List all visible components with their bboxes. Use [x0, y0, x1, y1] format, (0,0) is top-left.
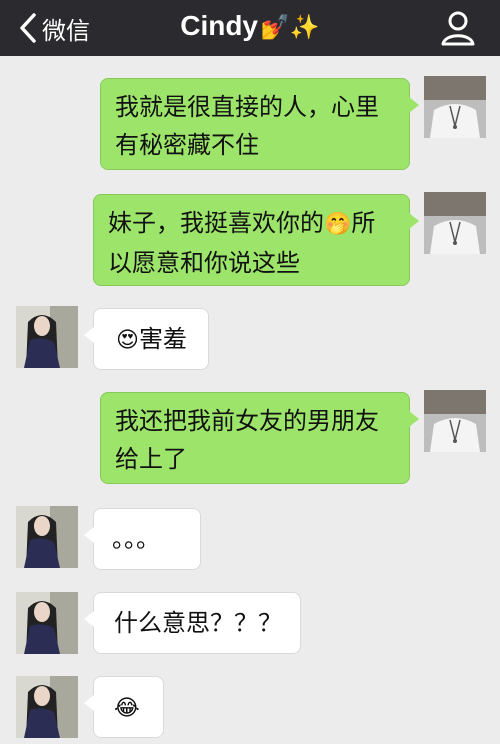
message-bubble-incoming[interactable]: 什么意思？？？: [84, 592, 301, 654]
tears-of-joy-emoji: 😂: [114, 696, 140, 721]
message-bubble-outgoing[interactable]: 妹子，我挺喜欢你的🤭所 以愿意和你说这些: [93, 194, 419, 286]
contact-avatar[interactable]: [16, 676, 78, 738]
message-text-line: 我还把我前女友的男朋友: [115, 407, 379, 435]
message-text-line: 以愿意和你说这些: [108, 249, 300, 277]
message-bubble-incoming[interactable]: 😂: [84, 676, 164, 738]
message-bubble-outgoing[interactable]: 我还把我前女友的男朋友 给上了: [100, 392, 419, 484]
message-text: 。。。: [112, 525, 160, 553]
message-text: 妹子，我挺喜欢你的: [108, 209, 324, 237]
contact-avatar[interactable]: [16, 506, 78, 568]
contact-avatar[interactable]: [16, 306, 78, 368]
message-text-line: 有秘密藏不住: [115, 131, 259, 159]
hand-over-mouth-emoji: 🤭: [324, 212, 352, 237]
message-bubble-incoming[interactable]: 。。。: [84, 508, 201, 570]
chat-title-text: Cindy: [180, 10, 258, 41]
title-emoji: 💅✨: [260, 14, 320, 41]
message-text-line: 给上了: [115, 445, 187, 473]
person-icon: [438, 11, 478, 52]
message-text-line: 妹子，我挺喜欢你的🤭所: [108, 204, 395, 244]
message-bubble-outgoing[interactable]: 我就是很直接的人，心里 有秘密藏不住: [100, 78, 419, 170]
message-text-line: 我就是很直接的人，心里: [115, 93, 379, 121]
contact-avatar[interactable]: [16, 592, 78, 654]
message-text: 什么意思？？？: [114, 609, 282, 637]
my-avatar[interactable]: [424, 390, 486, 452]
message-bubble-incoming[interactable]: 😍害羞: [84, 308, 209, 370]
heart-eyes-emoji: 😍: [116, 328, 139, 353]
my-avatar[interactable]: [424, 76, 486, 138]
chat-title: Cindy💅✨: [0, 6, 500, 48]
message-text: 所: [351, 209, 376, 237]
top-bar: 微信 Cindy💅✨: [0, 0, 500, 56]
my-avatar[interactable]: [424, 192, 486, 254]
profile-button[interactable]: [438, 8, 478, 48]
message-text: 害羞: [138, 325, 187, 353]
